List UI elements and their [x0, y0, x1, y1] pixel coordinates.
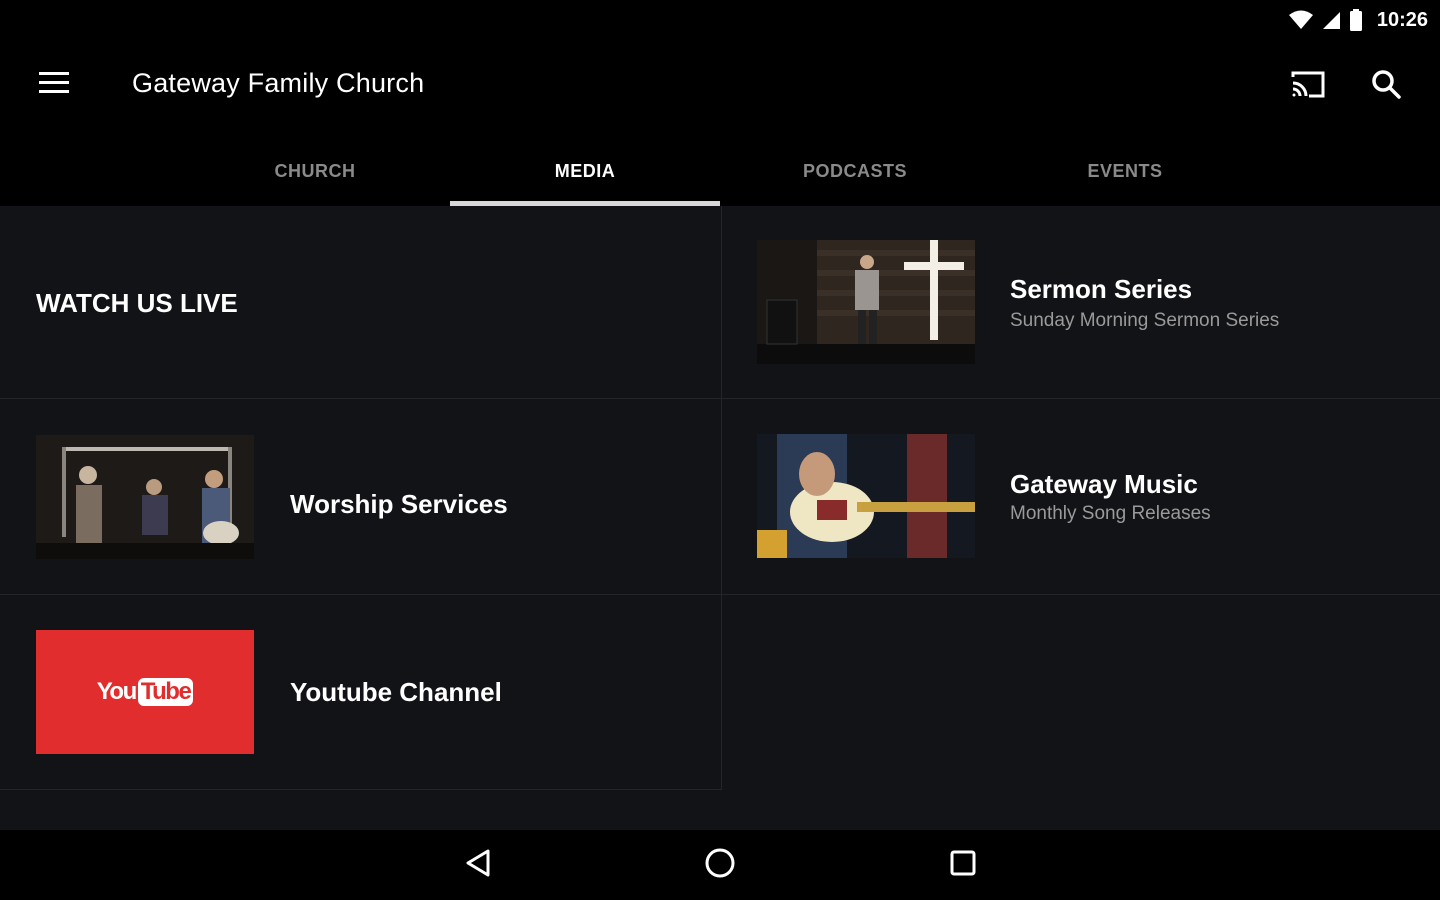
gateway-music-title: Gateway Music	[1010, 469, 1198, 499]
sermon-series-title: Sermon Series	[1010, 274, 1193, 304]
search-button[interactable]	[1362, 62, 1410, 110]
row-divider	[0, 789, 722, 790]
tab-media[interactable]: MEDIA	[450, 136, 720, 206]
cast-button[interactable]	[1284, 62, 1332, 110]
hamburger-menu-icon	[39, 71, 69, 99]
tab-bar: CHURCH MEDIA PODCASTS EVENTS	[180, 136, 1260, 206]
sermon-series-thumbnail	[757, 240, 975, 364]
battery-icon	[1349, 9, 1363, 31]
wifi-icon	[1288, 10, 1313, 30]
back-icon	[465, 848, 491, 883]
cast-icon	[1290, 69, 1326, 104]
worship-services-card[interactable]: Worship Services	[0, 399, 721, 594]
tab-events[interactable]: EVENTS	[990, 136, 1260, 206]
youtube-logo-you: You	[96, 678, 138, 705]
youtube-logo-tube: Tube	[137, 678, 194, 706]
youtube-channel-title: Youtube Channel	[290, 677, 502, 707]
status-bar: 10:26	[0, 0, 1440, 40]
recents-button[interactable]	[933, 840, 993, 890]
clock: 10:26	[1376, 8, 1428, 31]
back-button[interactable]	[448, 840, 508, 890]
gateway-music-card[interactable]: Gateway Music Monthly Song Releases	[722, 399, 1440, 594]
page-title: Gateway Family Church	[132, 68, 425, 98]
search-icon	[1371, 69, 1401, 104]
sermon-series-subtitle: Sunday Morning Sermon Series	[1010, 310, 1280, 331]
gateway-music-thumbnail	[757, 434, 975, 558]
sermon-series-card[interactable]: Sermon Series Sunday Morning Sermon Seri…	[722, 206, 1440, 398]
tab-podcasts[interactable]: PODCASTS	[720, 136, 990, 206]
system-nav-bar	[0, 830, 1440, 900]
watch-live-title: WATCH US LIVE	[36, 288, 238, 318]
home-icon	[704, 847, 736, 884]
app-screen: 10:26 Gateway Family Church CHURCH MEDIA…	[0, 0, 1440, 900]
home-button[interactable]	[690, 840, 750, 890]
gateway-music-subtitle: Monthly Song Releases	[1010, 503, 1211, 524]
signal-icon	[1321, 10, 1341, 30]
watch-live-card[interactable]: WATCH US LIVE	[0, 206, 721, 398]
toolbar: Gateway Family Church	[0, 40, 1440, 130]
worship-services-thumbnail	[36, 435, 254, 559]
tab-church[interactable]: CHURCH	[180, 136, 450, 206]
menu-button[interactable]	[26, 60, 82, 110]
worship-services-title: Worship Services	[290, 489, 508, 519]
media-content: WATCH US LIVE Sermon Series Sunday Morni…	[0, 206, 1440, 830]
youtube-logo: You Tube	[97, 678, 194, 706]
youtube-channel-thumbnail: You Tube	[36, 630, 254, 754]
youtube-channel-card[interactable]: You Tube Youtube Channel	[0, 595, 721, 789]
recents-icon	[949, 849, 977, 882]
